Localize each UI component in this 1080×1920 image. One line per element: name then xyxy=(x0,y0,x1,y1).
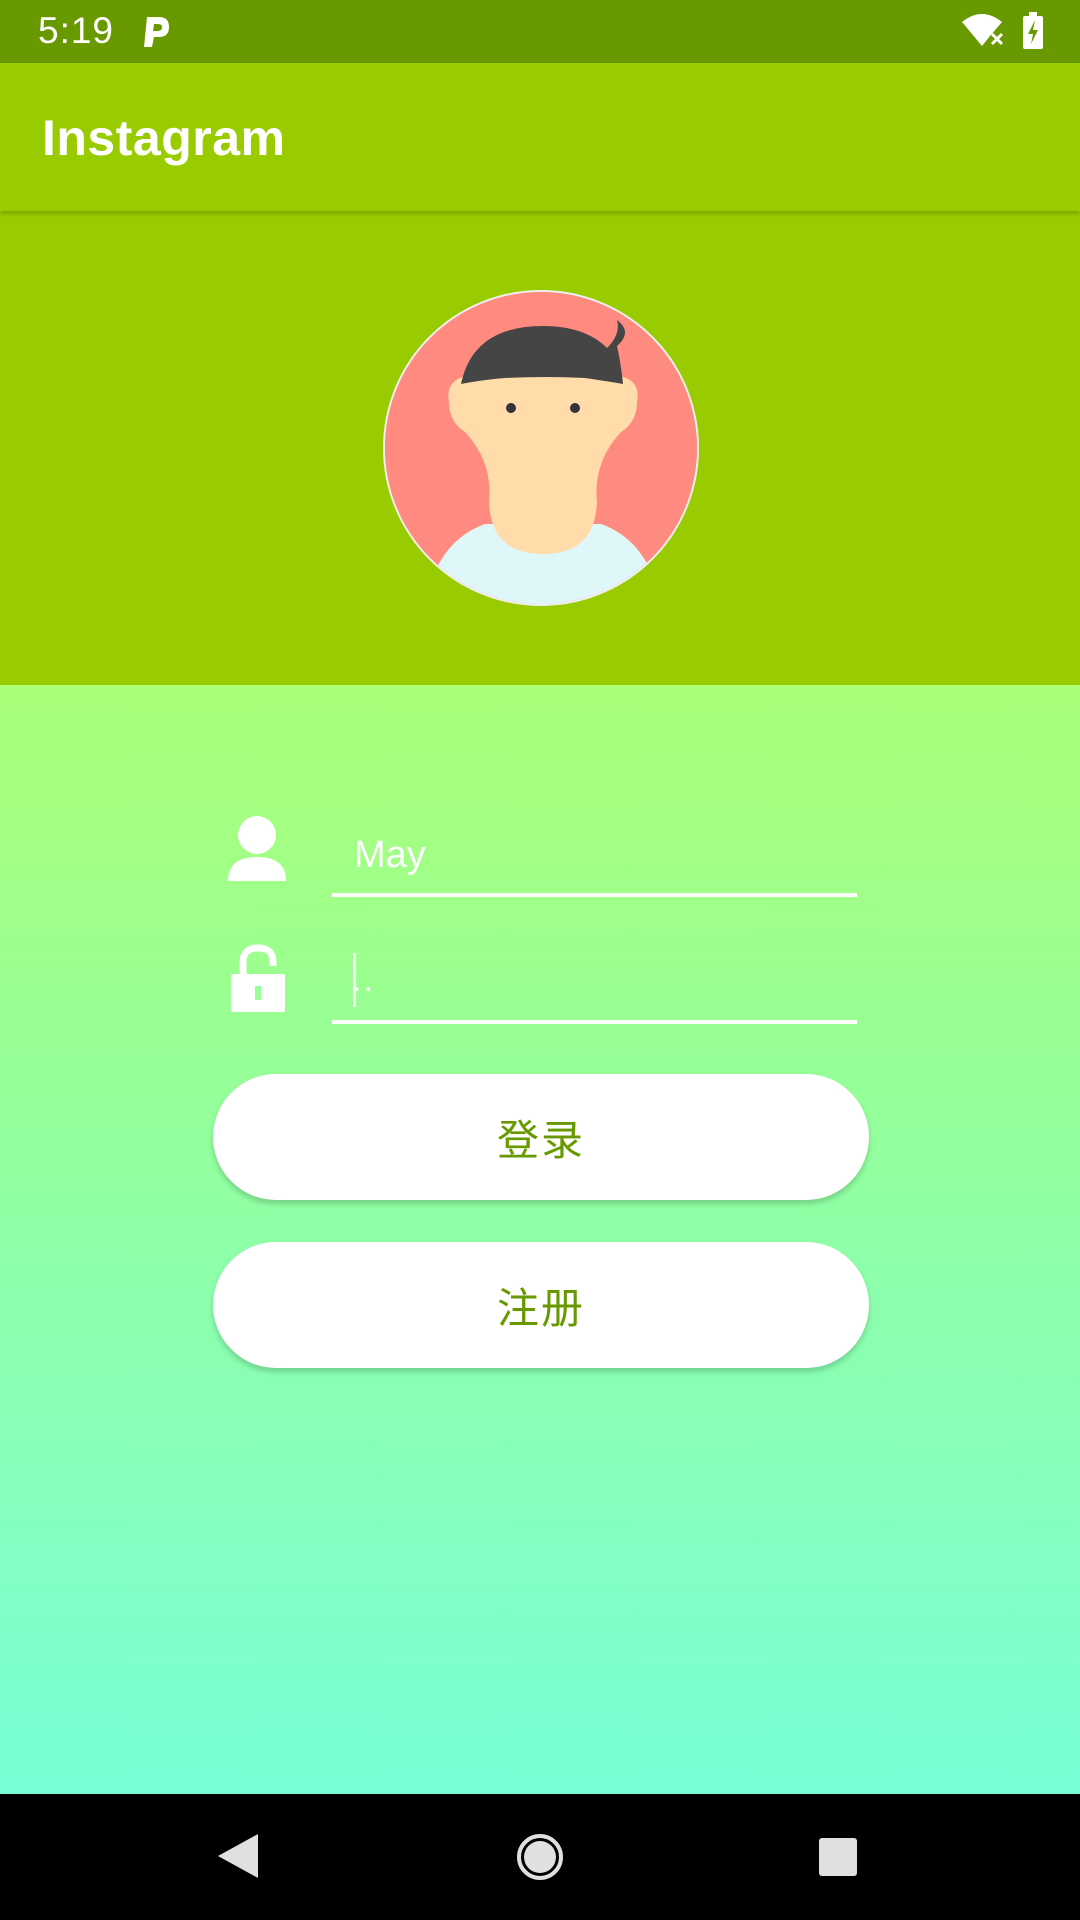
wifi-no-internet-icon xyxy=(962,14,1004,47)
username-input[interactable] xyxy=(332,817,857,897)
unlocked-padlock-icon xyxy=(231,944,285,1012)
person-icon xyxy=(228,816,286,881)
status-time: 5:19 xyxy=(38,10,115,51)
login-screen: 5:19 Instagram May .. 登录 注册 xyxy=(0,0,1080,1920)
square-recents-icon[interactable] xyxy=(818,1837,858,1877)
battery-charging-icon xyxy=(1023,12,1043,49)
status-bar: 5:19 xyxy=(0,0,1080,63)
register-button[interactable]: 注册 xyxy=(213,1242,869,1368)
parking-p-icon xyxy=(144,17,169,47)
triangle-back-icon[interactable] xyxy=(216,1832,260,1880)
circle-home-icon[interactable] xyxy=(516,1833,564,1881)
text-caret xyxy=(353,953,356,1007)
cartoon-boy-avatar-icon xyxy=(383,290,699,606)
app-bar: Instagram xyxy=(0,63,1080,211)
app-title: Instagram xyxy=(42,110,286,166)
password-input[interactable] xyxy=(332,944,857,1024)
login-button[interactable]: 登录 xyxy=(213,1074,869,1200)
